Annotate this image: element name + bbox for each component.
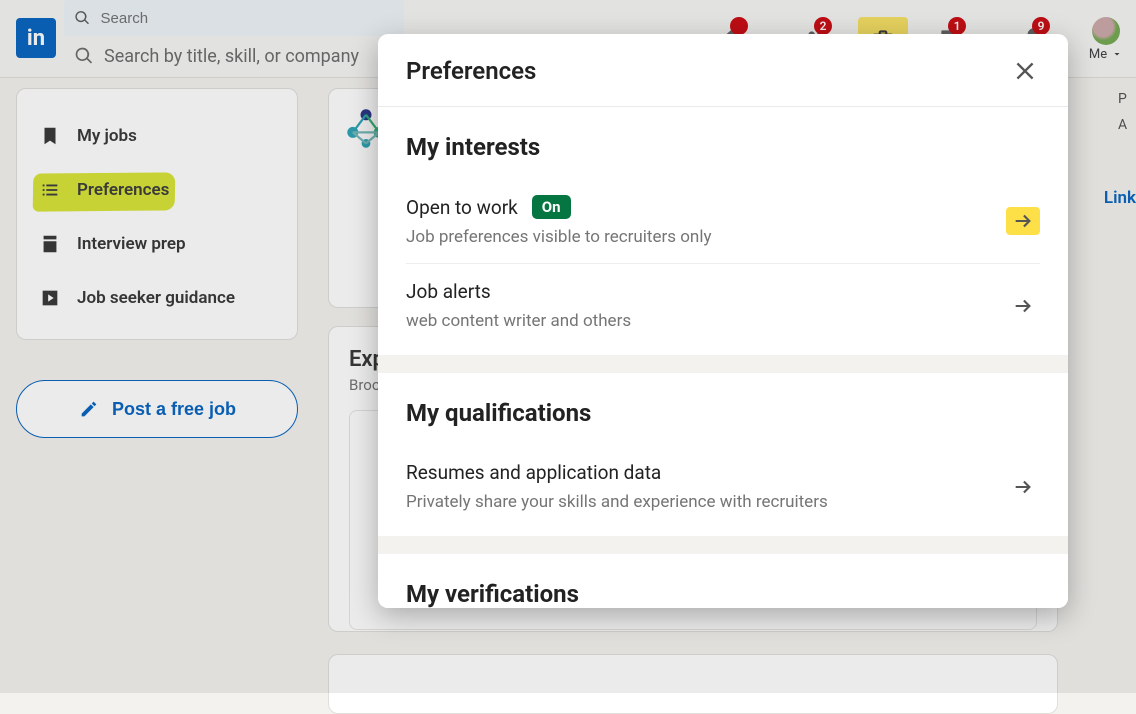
arrow-job-alerts[interactable] bbox=[1006, 292, 1040, 320]
pref-job-alerts[interactable]: Job alerts web content writer and others bbox=[406, 263, 1040, 347]
section-heading: My interests bbox=[406, 133, 1040, 161]
pref-open-to-work[interactable]: Open to work On Job preferences visible … bbox=[406, 179, 1040, 263]
pref-title: Resumes and application data bbox=[406, 461, 828, 484]
pref-title: Job alerts bbox=[406, 280, 631, 303]
section-my-interests: My interests Open to work On Job prefere… bbox=[378, 107, 1068, 355]
close-icon bbox=[1012, 58, 1038, 84]
modal-header: Preferences bbox=[378, 34, 1068, 107]
arrow-right-icon bbox=[1012, 295, 1034, 317]
section-my-qualifications: My qualifications Resumes and applicatio… bbox=[378, 373, 1068, 536]
arrow-right-icon bbox=[1012, 476, 1034, 498]
close-button[interactable] bbox=[1010, 56, 1040, 86]
preferences-modal: Preferences My interests Open to work On… bbox=[378, 34, 1068, 608]
section-divider bbox=[378, 536, 1068, 554]
modal-title: Preferences bbox=[406, 57, 536, 85]
arrow-resumes[interactable] bbox=[1006, 473, 1040, 501]
pref-subtitle: Job preferences visible to recruiters on… bbox=[406, 227, 712, 247]
section-heading: My qualifications bbox=[406, 399, 1040, 427]
arrow-right-icon bbox=[1012, 210, 1034, 232]
section-heading: My verifications bbox=[406, 580, 1040, 608]
arrow-open-to-work[interactable] bbox=[1006, 207, 1040, 235]
modal-body[interactable]: My interests Open to work On Job prefere… bbox=[378, 107, 1068, 608]
pref-resumes[interactable]: Resumes and application data Privately s… bbox=[406, 445, 1040, 528]
pref-title: Open to work bbox=[406, 196, 518, 219]
on-badge: On bbox=[532, 195, 571, 219]
pref-subtitle: Privately share your skills and experien… bbox=[406, 492, 828, 512]
sidebar-item-label: Preferences bbox=[77, 180, 169, 200]
list-icon bbox=[39, 179, 61, 201]
section-divider bbox=[378, 355, 1068, 373]
section-my-verifications: My verifications bbox=[378, 554, 1068, 608]
pref-subtitle: web content writer and others bbox=[406, 311, 631, 331]
